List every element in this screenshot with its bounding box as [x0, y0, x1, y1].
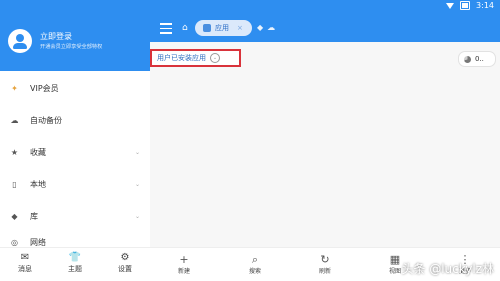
top-bar: ⌂ 应用 × ◆ ☁	[150, 14, 500, 42]
vip-icon: ✦	[11, 83, 18, 93]
tab-settings[interactable]: ⚙ 设置	[100, 252, 150, 274]
search-icon: ⌕	[251, 253, 259, 266]
storage-label: 0..	[475, 55, 484, 63]
file-list-area: 用户已安装应用 ⌄ 0..	[150, 42, 500, 248]
close-icon[interactable]: ×	[237, 24, 243, 32]
login-subtitle: 开通会员立即享受全部特权	[40, 44, 103, 50]
filter-label: 用户已安装应用	[157, 54, 206, 62]
sidebar-bottom-tabs: ✉ 消息 👕 主题 ⚙ 设置	[0, 247, 150, 281]
message-icon: ✉	[20, 252, 30, 263]
phone-icon: ▯	[12, 179, 17, 189]
cloud-icon: ☁	[10, 115, 19, 125]
watermark: 头条 @luckylz林	[401, 262, 494, 276]
theme-icon: 👕	[68, 252, 82, 263]
sidebar-item-backup[interactable]: ☁ 自动备份	[0, 108, 150, 132]
sidebar-item-vip[interactable]: ✦ VIP会员	[0, 76, 150, 100]
sidebar-item-label: 自动备份	[30, 115, 62, 125]
battery-icon	[460, 1, 471, 10]
plus-icon: +	[179, 253, 189, 266]
app-filter-selector[interactable]: 用户已安装应用 ⌄	[150, 49, 241, 67]
tab-messages[interactable]: ✉ 消息	[0, 252, 50, 274]
avatar[interactable]	[8, 29, 32, 53]
tab-label: 应用	[215, 24, 229, 32]
chevron-down-icon: ⌄	[210, 53, 220, 63]
status-bar: 3:14	[0, 0, 500, 14]
sidebar-item-label: 本地	[30, 179, 46, 189]
chevron-down-icon: ⌄	[134, 212, 140, 220]
chevron-down-icon: ⌄	[134, 148, 140, 156]
login-header[interactable]: 立即登录 开通会员立即享受全部特权	[0, 14, 150, 71]
login-title[interactable]: 立即登录	[40, 31, 72, 42]
refresh-icon: ↻	[320, 253, 330, 266]
storage-indicator[interactable]: 0..	[458, 51, 496, 67]
network-icon: ◎	[11, 237, 18, 247]
refresh-button[interactable]: ↻ 刷新	[305, 253, 345, 275]
cloud-icon[interactable]: ☁	[267, 23, 275, 32]
library-icon: ◆	[11, 211, 18, 221]
sidebar-item-favorites[interactable]: ★ 收藏 ⌄	[0, 140, 150, 164]
sidebar: 立即登录 开通会员立即享受全部特权 ✦ VIP会员 ☁ 自动备份 ★ 收藏 ⌄ …	[0, 14, 151, 281]
tab-theme[interactable]: 👕 主题	[50, 252, 100, 274]
sidebar-item-library[interactable]: ◆ 库 ⌄	[0, 204, 150, 228]
settings-icon: ⚙	[120, 252, 130, 263]
storage-pie-icon	[464, 55, 471, 63]
android-icon	[203, 24, 211, 32]
topbar-extra-icons: ◆ ☁	[257, 23, 275, 32]
sidebar-item-local[interactable]: ▯ 本地 ⌄	[0, 172, 150, 196]
status-time: 3:14	[476, 1, 494, 10]
tab-apps[interactable]: 应用 ×	[195, 20, 252, 36]
star-icon: ★	[10, 147, 19, 157]
tag-icon[interactable]: ◆	[257, 23, 263, 32]
sidebar-item-label: 库	[30, 211, 38, 221]
new-button[interactable]: + 新建	[164, 253, 204, 275]
sidebar-item-label: VIP会员	[30, 83, 59, 93]
chevron-down-icon: ⌄	[134, 180, 140, 188]
menu-icon[interactable]	[160, 23, 172, 34]
home-icon[interactable]: ⌂	[182, 23, 188, 33]
sidebar-item-label: 收藏	[30, 147, 46, 157]
wifi-icon	[446, 2, 455, 9]
sidebar-item-label: 网络	[30, 237, 46, 247]
search-button[interactable]: ⌕ 搜索	[235, 253, 275, 275]
